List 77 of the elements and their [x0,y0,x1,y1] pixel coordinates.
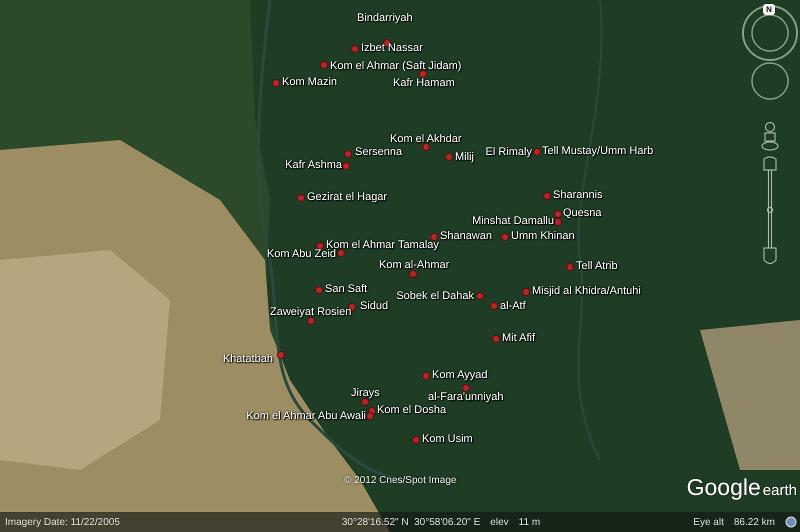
place-label[interactable]: Kafr Ashma [285,158,342,172]
place-marker[interactable] [423,144,429,150]
place-label[interactable]: San Saft [325,282,368,296]
place-label[interactable]: Kafr Hamam [393,76,455,90]
place-label[interactable]: al-Fara'unniyah [428,390,504,404]
place-label[interactable]: Shanawan [440,229,492,243]
eye-altitude-label: Eye alt [693,516,724,528]
place-marker[interactable] [308,318,314,324]
place-label[interactable]: Kom Mazin [282,75,338,89]
place-marker[interactable] [534,149,540,155]
place-marker[interactable] [338,250,344,256]
place-label[interactable]: Kom el Ahmar (Saft Jidam) [330,59,462,73]
place-marker[interactable] [555,219,561,225]
place-label[interactable]: Umm Khinan [511,229,575,243]
place-label[interactable]: Kom Abu Zeid [266,247,336,261]
place-label[interactable]: al-Atf [500,299,526,313]
place-marker[interactable] [352,46,358,52]
place-marker[interactable] [410,271,416,277]
place-marker[interactable] [477,293,483,299]
place-marker[interactable] [298,195,304,201]
coordinates-text: 30°28'16.52" N 30°58'06.20" E [342,516,480,528]
place-marker[interactable] [349,304,355,310]
place-label[interactable]: Tell Mustay/Umm Harb [542,144,654,158]
place-marker[interactable] [384,40,390,46]
google-earth-logo: Googleearth [686,474,797,501]
place-marker[interactable] [278,352,284,358]
place-marker[interactable] [321,62,327,68]
place-label[interactable]: Misjid al Khidra/Antuhi [532,284,641,298]
place-label[interactable]: Sobek el Dahak [396,289,474,303]
place-marker[interactable] [446,154,452,160]
compass-ring-icon[interactable] [740,3,800,63]
place-label[interactable]: Jirays [351,386,380,400]
place-label[interactable]: Sidud [360,299,388,313]
eye-altitude-value: 86.22 km [734,516,775,528]
place-marker[interactable] [491,303,497,309]
place-label[interactable]: Milij [455,150,474,164]
place-marker[interactable] [413,437,419,443]
north-indicator[interactable]: N [763,4,775,15]
place-label[interactable]: Sharannis [553,188,603,202]
place-marker[interactable] [273,80,279,86]
place-marker[interactable] [544,193,550,199]
place-label[interactable]: Minshat Damallu [472,214,554,228]
place-marker[interactable] [463,385,469,391]
place-marker[interactable] [316,287,322,293]
place-label[interactable]: Izbet Nassar [361,41,423,55]
place-label[interactable]: Kom el Dosha [377,403,446,417]
place-marker[interactable] [523,289,529,295]
place-label[interactable]: Bindarriyah [357,11,413,25]
place-marker[interactable] [420,71,426,77]
look-joystick-icon[interactable] [750,61,790,101]
place-marker[interactable] [493,336,499,342]
imagery-date: Imagery Date: 11/22/2005 [5,516,121,528]
place-marker[interactable] [362,399,368,405]
place-label[interactable]: Sersenna [355,145,402,159]
place-label[interactable]: Kom al-Ahmar [379,258,450,272]
place-label[interactable]: Mit Afif [502,331,536,345]
place-label[interactable]: Kom Usim [422,432,473,446]
place-marker[interactable] [317,243,323,249]
place-marker[interactable] [555,211,561,217]
elevation-value: 11 m [518,516,540,528]
elevation-label: elev [490,516,509,528]
place-marker[interactable] [502,234,508,240]
place-marker[interactable] [369,408,375,414]
place-label[interactable]: Tell Atrib [576,259,618,273]
person-icon[interactable] [760,121,780,151]
place-label[interactable]: Kom el Akhdar [390,132,462,146]
place-marker[interactable] [423,373,429,379]
place-label[interactable]: Zaweiyat Rosien [270,305,352,319]
place-label[interactable]: Gezirat el Hagar [307,190,388,204]
place-marker[interactable] [431,234,437,240]
place-label[interactable]: Quesna [563,206,602,220]
place-marker[interactable] [367,413,373,419]
place-marker[interactable] [567,264,573,270]
place-label[interactable]: Kom Ayyad [432,368,488,382]
place-marker[interactable] [343,163,349,169]
place-marker[interactable] [345,151,351,157]
place-label[interactable]: El Rimaly [486,145,532,159]
